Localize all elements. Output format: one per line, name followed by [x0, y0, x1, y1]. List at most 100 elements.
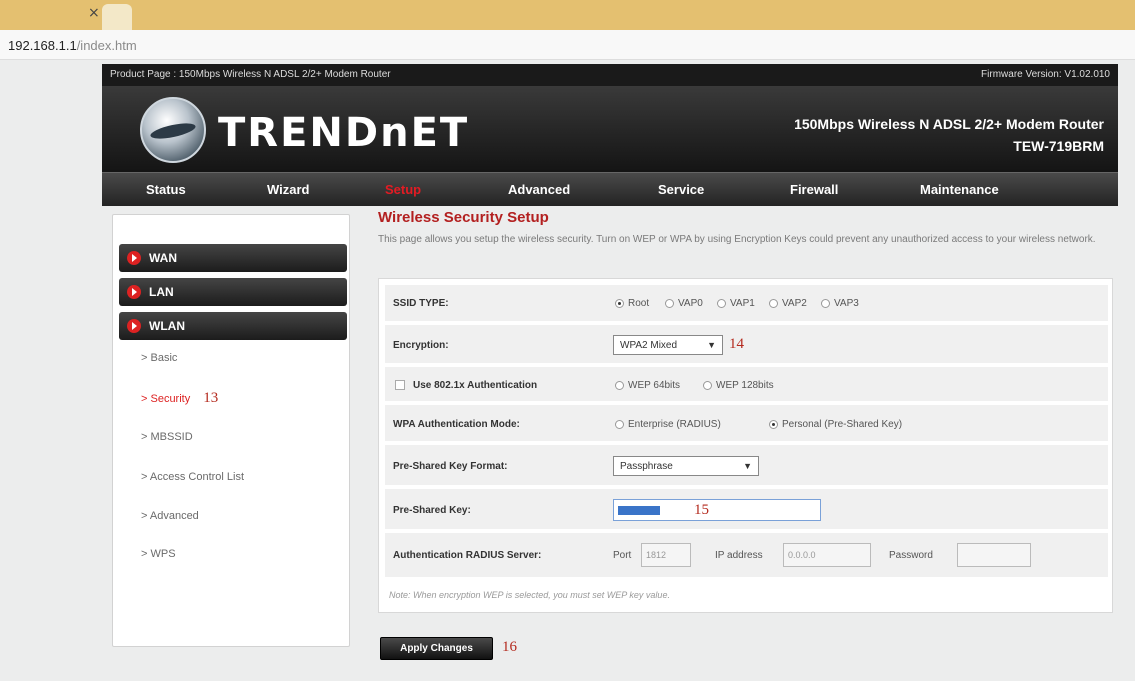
arrow-bullet-icon — [127, 285, 141, 299]
radius-server-label: Authentication RADIUS Server: — [393, 550, 542, 561]
product-name: 150Mbps Wireless N ADSL 2/2+ Modem Route… — [794, 116, 1104, 132]
dropdown-arrow-icon: ▼ — [707, 340, 716, 350]
ip-address-label: IP address — [715, 550, 763, 561]
ssid-root-radio[interactable]: Root — [615, 298, 649, 309]
address-bar[interactable]: 192.168.1.1/index.htm — [0, 30, 1135, 60]
sidebar-item-security[interactable]: > Security 13 — [141, 390, 218, 407]
port-input[interactable]: 1812 — [641, 543, 691, 567]
dropdown-arrow-icon: ▼ — [743, 461, 752, 471]
annotation-13: 13 — [203, 390, 219, 406]
sidebar-item-label: WLAN — [149, 319, 185, 333]
header: TRENDnET 150Mbps Wireless N ADSL 2/2+ Mo… — [102, 86, 1118, 172]
ssid-vap1-radio[interactable]: VAP1 — [717, 298, 755, 309]
nav-firewall[interactable]: Firewall — [790, 182, 838, 197]
option-label: Root — [628, 298, 650, 309]
nav-service[interactable]: Service — [658, 182, 704, 197]
wep-128-radio[interactable]: WEP 128bits — [703, 380, 774, 391]
port-label: Port — [613, 550, 632, 561]
url-host: 192.168.1.1 — [8, 38, 77, 53]
sidebar-sub-label: MBSSID — [150, 431, 193, 443]
ssid-type-row: SSID TYPE: Root VAP0 VAP1 VAP2 VAP3 — [385, 285, 1108, 323]
psk-row: Pre-Shared Key: 15 — [385, 489, 1108, 531]
brand-logo-text: TRENDnET — [218, 110, 470, 156]
psk-selection — [618, 506, 660, 515]
page-description: This page allows you setup the wireless … — [378, 234, 1096, 245]
option-label: WEP 64bits — [628, 380, 681, 391]
psk-format-value: Passphrase — [620, 461, 673, 472]
radio-icon — [769, 298, 778, 308]
sidebar-item-label: WAN — [149, 251, 177, 265]
url-path: /index.htm — [76, 38, 137, 53]
sidebar-sub-label: Access Control List — [149, 471, 245, 483]
url-text[interactable]: 192.168.1.1/index.htm — [8, 38, 137, 53]
encryption-label: Encryption: — [393, 340, 449, 351]
annotation-15: 15 — [694, 502, 709, 518]
psk-format-row: Pre-Shared Key Format: Passphrase ▼ — [385, 445, 1108, 487]
psk-format-select[interactable]: Passphrase ▼ — [613, 456, 759, 476]
sidebar-item-mbssid[interactable]: > MBSSID — [141, 431, 193, 443]
encryption-row: Encryption: WPA2 Mixed ▼ 14 — [385, 325, 1108, 365]
option-label: WEP 128bits — [716, 380, 774, 391]
password-input[interactable] — [957, 543, 1031, 567]
option-label: Enterprise (RADIUS) — [628, 419, 721, 430]
sidebar-item-advanced[interactable]: > Advanced — [141, 510, 199, 522]
info-bar: Product Page : 150Mbps Wireless N ADSL 2… — [102, 64, 1118, 86]
radius-server-row: Authentication RADIUS Server: Port 1812 … — [385, 533, 1108, 579]
sidebar-item-lan[interactable]: LAN — [119, 278, 347, 306]
nav-status[interactable]: Status — [146, 182, 186, 197]
use-8021x-label: Use 802.1x Authentication — [413, 380, 538, 391]
sidebar-sub-label: WPS — [150, 548, 176, 560]
wpa-personal-radio[interactable]: Personal (Pre-Shared Key) — [769, 419, 902, 430]
main-nav: Status Wizard Setup Advanced Service Fir… — [102, 172, 1118, 206]
browser-tab-bar: × — [0, 0, 1135, 30]
product-page-text: Product Page : 150Mbps Wireless N ADSL 2… — [110, 69, 391, 80]
annotation-14: 14 — [729, 336, 744, 352]
new-tab-button[interactable] — [102, 4, 132, 30]
sidebar-item-wan[interactable]: WAN — [119, 244, 347, 272]
sidebar-item-wlan[interactable]: WLAN — [119, 312, 347, 340]
psk-input[interactable]: 15 — [613, 499, 821, 521]
use-8021x-checkbox[interactable] — [395, 380, 405, 390]
sidebar-sub-label: Security — [150, 393, 191, 405]
sidebar-item-access-control-list[interactable]: > Access Control List — [141, 471, 244, 483]
sidebar-item-basic[interactable]: > Basic — [141, 352, 177, 364]
trendnet-logo-icon — [140, 97, 206, 163]
ssid-vap2-radio[interactable]: VAP2 — [769, 298, 807, 309]
nav-setup[interactable]: Setup — [385, 182, 421, 197]
nav-maintenance[interactable]: Maintenance — [920, 182, 999, 197]
option-label: Personal (Pre-Shared Key) — [782, 419, 903, 430]
ip-address-input[interactable]: 0.0.0.0 — [783, 543, 871, 567]
security-form: SSID TYPE: Root VAP0 VAP1 VAP2 VAP3 Encr… — [378, 278, 1113, 613]
encryption-select[interactable]: WPA2 Mixed ▼ — [613, 335, 723, 355]
wep-note: Note: When encryption WEP is selected, y… — [389, 590, 670, 600]
radio-icon — [615, 298, 624, 308]
radio-icon — [665, 298, 674, 308]
sidebar: WAN LAN WLAN > Basic > Security 13 > MBS… — [112, 214, 350, 647]
psk-label: Pre-Shared Key: — [393, 505, 471, 516]
sidebar-item-wps[interactable]: > WPS — [141, 548, 176, 560]
tab-close-icon[interactable]: × — [88, 5, 100, 21]
ssid-type-label: SSID TYPE: — [393, 298, 449, 309]
wpa-enterprise-radio[interactable]: Enterprise (RADIUS) — [615, 419, 721, 430]
option-label: VAP1 — [730, 298, 755, 309]
ssid-vap3-radio[interactable]: VAP3 — [821, 298, 859, 309]
ssid-vap0-radio[interactable]: VAP0 — [665, 298, 703, 309]
wpa-auth-mode-row: WPA Authentication Mode: Enterprise (RAD… — [385, 405, 1108, 443]
firmware-version: Firmware Version: V1.02.010 — [981, 69, 1110, 80]
nav-advanced[interactable]: Advanced — [508, 182, 570, 197]
arrow-bullet-icon — [127, 251, 141, 265]
apply-changes-button[interactable]: Apply Changes — [380, 637, 493, 660]
annotation-16: 16 — [502, 639, 517, 655]
nav-wizard[interactable]: Wizard — [267, 182, 310, 197]
option-label: VAP2 — [782, 298, 807, 309]
option-label: VAP3 — [834, 298, 859, 309]
password-label: Password — [889, 550, 933, 561]
radio-icon — [821, 298, 830, 308]
radio-icon — [703, 380, 712, 390]
radio-icon — [717, 298, 726, 308]
product-model: TEW-719BRM — [1013, 138, 1104, 154]
use-8021x-row: Use 802.1x Authentication WEP 64bits WEP… — [385, 367, 1108, 403]
wep-64-radio[interactable]: WEP 64bits — [615, 380, 680, 391]
radio-icon — [615, 419, 624, 429]
arrow-bullet-icon — [127, 319, 141, 333]
